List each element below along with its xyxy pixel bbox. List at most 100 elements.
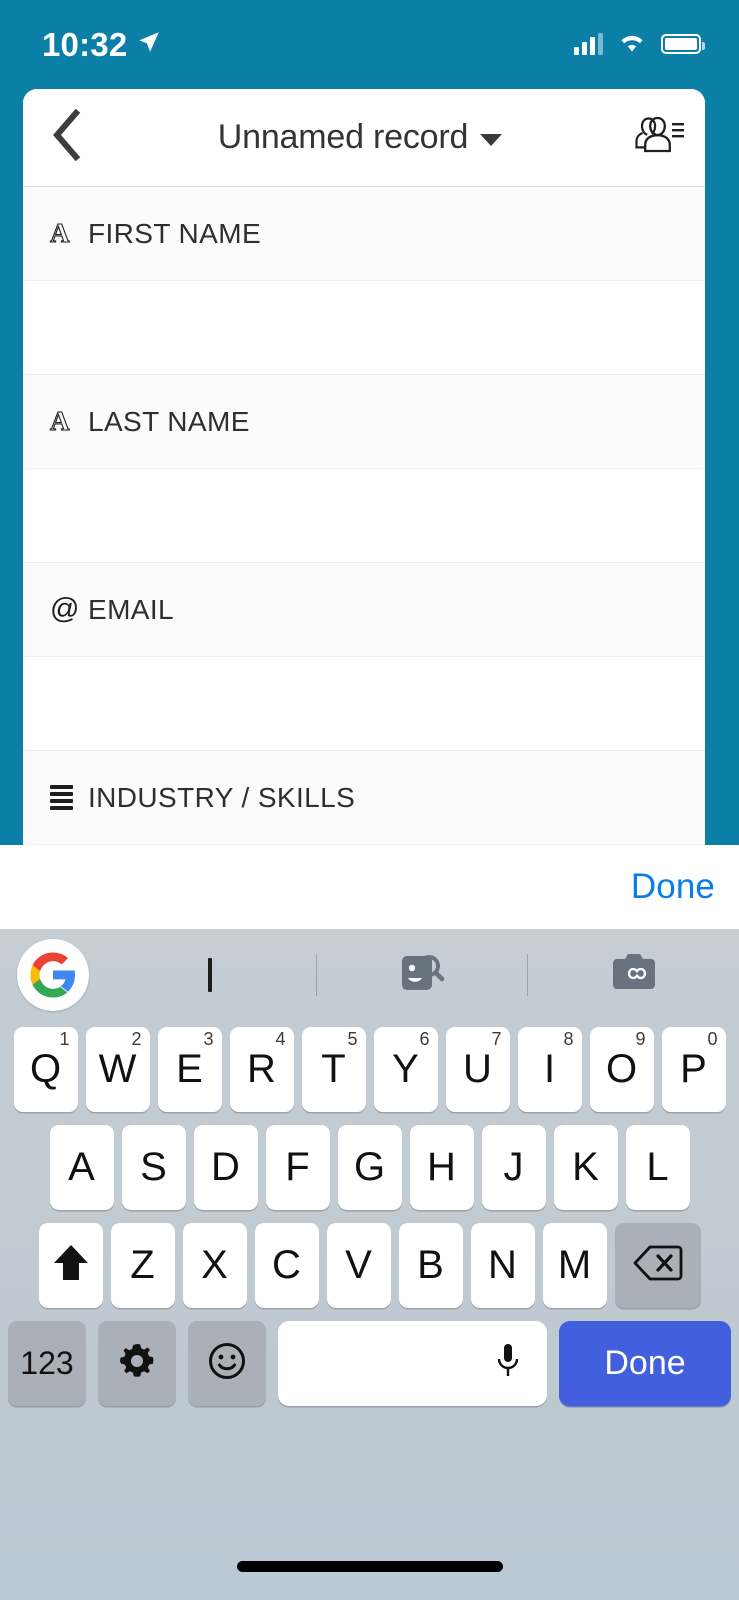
shift-key[interactable] (38, 1222, 103, 1308)
key-v[interactable]: V (326, 1222, 391, 1308)
key-z[interactable]: Z (110, 1222, 175, 1308)
key-letter-label: N (488, 1243, 517, 1287)
text-cursor-icon (208, 957, 213, 992)
key-h[interactable]: H (409, 1124, 474, 1210)
key-n[interactable]: N (470, 1222, 535, 1308)
key-letter-label: O (605, 1047, 638, 1091)
numbers-key[interactable]: 123 (8, 1320, 86, 1406)
key-t[interactable]: 5 T (301, 1026, 366, 1112)
key-w[interactable]: 2 W (85, 1026, 150, 1112)
settings-key[interactable] (98, 1320, 176, 1406)
key-o[interactable]: 9 O (589, 1026, 654, 1112)
field-label-text: FIRST NAME (88, 217, 262, 249)
key-k[interactable]: K (553, 1124, 618, 1210)
text-field-icon: A (49, 218, 70, 248)
key-y[interactable]: 6 Y (373, 1026, 438, 1112)
key-number-label: 2 (131, 1028, 142, 1049)
keyboard-toolbar (0, 929, 739, 1020)
key-number-label: 1 (59, 1028, 70, 1049)
key-number-label: 8 (563, 1028, 574, 1049)
key-letter-label: S (140, 1145, 167, 1189)
key-letter-label: D (211, 1145, 240, 1189)
key-x[interactable]: X (182, 1222, 247, 1308)
key-number-label: 7 (491, 1028, 502, 1049)
field-label-text: INDUSTRY / SKILLS (88, 781, 356, 813)
key-letter-label: H (427, 1145, 456, 1189)
key-s[interactable]: S (121, 1124, 186, 1210)
key-letter-label: C (272, 1243, 301, 1287)
accessory-done-button[interactable]: Done (631, 867, 715, 907)
key-letter-label: W (98, 1047, 137, 1091)
status-bar: 10:32 (0, 0, 739, 88)
page-title: Unnamed record (217, 118, 469, 156)
keyboard-row-3: Z X C V B N M (0, 1216, 739, 1314)
key-c[interactable]: C (254, 1222, 319, 1308)
key-b[interactable]: B (398, 1222, 463, 1308)
microphone-icon (493, 1340, 523, 1387)
contacts-button[interactable] (611, 89, 705, 187)
key-letter-label: E (176, 1047, 203, 1091)
key-letter-label: M (557, 1243, 592, 1287)
field-input-last-name[interactable] (23, 469, 705, 563)
key-letter-label: Q (29, 1047, 62, 1091)
field-label-first-name: A FIRST NAME (23, 187, 705, 281)
field-input-email[interactable] (23, 657, 705, 751)
back-button[interactable] (23, 89, 109, 187)
key-l[interactable]: L (625, 1124, 690, 1210)
google-lens-tool[interactable] (528, 929, 739, 1020)
wifi-icon (616, 30, 648, 58)
status-time: 10:32 (42, 25, 128, 63)
field-label-text: EMAIL (88, 593, 175, 625)
chevron-left-icon (49, 108, 83, 166)
key-letter-label: X (201, 1243, 228, 1287)
field-input-first-name[interactable] (23, 281, 705, 375)
sticker-search-tool[interactable] (317, 929, 528, 1020)
key-f[interactable]: F (265, 1124, 330, 1210)
key-r[interactable]: 4 R (229, 1026, 294, 1112)
record-title-dropdown[interactable]: Unnamed record (109, 118, 611, 157)
location-arrow-icon (136, 29, 162, 60)
text-cursor-tool[interactable] (105, 929, 316, 1020)
enter-done-key[interactable]: Done (559, 1320, 731, 1406)
field-label-last-name: A LAST NAME (23, 375, 705, 469)
backspace-delete-icon (633, 1244, 683, 1287)
shift-arrow-icon (51, 1242, 91, 1289)
key-letter-label: K (572, 1145, 599, 1189)
field-label-text: LAST NAME (88, 405, 250, 437)
key-m[interactable]: M (542, 1222, 607, 1308)
sticker-search-icon (396, 946, 448, 1003)
enter-key-label: Done (604, 1343, 686, 1382)
key-letter-label: T (321, 1047, 346, 1091)
status-bar-right (574, 30, 705, 58)
key-number-label: 4 (275, 1028, 286, 1049)
key-i[interactable]: 8 I (517, 1026, 582, 1112)
key-letter-label: Y (392, 1047, 419, 1091)
key-letter-label: V (345, 1243, 372, 1287)
backspace-key[interactable] (614, 1222, 701, 1308)
key-e[interactable]: 3 E (157, 1026, 222, 1112)
google-lens-camera-icon (610, 949, 658, 1000)
key-p[interactable]: 0 P (661, 1026, 726, 1112)
key-letter-label: J (503, 1145, 524, 1189)
google-g-logo-icon[interactable] (17, 938, 89, 1011)
field-label-email: @ EMAIL (23, 563, 705, 657)
key-number-label: 3 (203, 1028, 214, 1049)
key-q[interactable]: 1 Q (13, 1026, 78, 1112)
email-field-icon: @ (50, 593, 80, 625)
phone-screen: 10:32 Unnamed record A FIRST NAME A LAST… (0, 0, 739, 1600)
key-number-label: 0 (707, 1028, 718, 1049)
key-u[interactable]: 7 U (445, 1026, 510, 1112)
key-a[interactable]: A (49, 1124, 114, 1210)
keyboard-row-4: 123 Done (0, 1314, 739, 1412)
emoji-key[interactable] (188, 1320, 266, 1406)
space-key[interactable] (278, 1320, 547, 1406)
chevron-down-icon (480, 134, 503, 146)
key-letter-label: P (680, 1047, 707, 1091)
key-letter-label: L (646, 1145, 669, 1189)
key-j[interactable]: J (481, 1124, 546, 1210)
key-g[interactable]: G (337, 1124, 402, 1210)
key-d[interactable]: D (193, 1124, 258, 1210)
key-letter-label: A (68, 1145, 95, 1189)
key-number-label: 5 (347, 1028, 358, 1049)
key-number-label: 6 (419, 1028, 430, 1049)
